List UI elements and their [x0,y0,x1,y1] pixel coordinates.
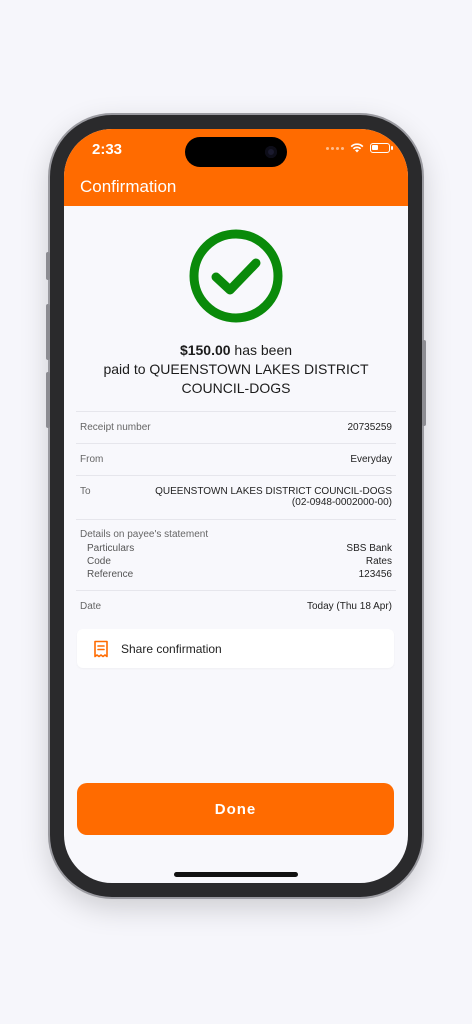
payee-statement-block: Details on payee's statement Particulars… [76,519,396,590]
side-button-volume-down [46,372,50,428]
to-payee: QUEENSTOWN LAKES DISTRICT COUNCIL-DOGS (… [155,486,392,508]
dynamic-island [185,137,287,167]
signal-icon [326,146,344,150]
payment-date: Today (Thu 18 Apr) [306,601,392,612]
from-row: From Everyday [76,443,396,475]
camera-icon [265,146,277,158]
amount: $150.00 [179,342,231,358]
receipt-row: Receipt number 20735259 [76,411,396,443]
battery-icon [370,143,393,153]
wifi-icon [350,143,364,153]
receipt-icon [94,640,108,657]
page-title: Confirmation [80,177,177,196]
success-check-icon [189,229,283,323]
date-row: Date Today (Thu 18 Apr) [76,590,396,622]
from-account: Everyday [350,454,392,465]
done-button[interactable]: Done [77,783,394,835]
screen: 2:33 Confirmation $150.00 has been paid … [64,129,408,883]
receipt-number: 20735259 [347,422,393,433]
side-button-volume-up [46,304,50,360]
side-button-power [422,340,426,426]
status-icons [326,143,393,153]
details-list: Receipt number 20735259 From Everyday To… [76,411,396,622]
top-bar: 2:33 Confirmation [64,129,408,206]
to-row: To QUEENSTOWN LAKES DISTRICT COUNCIL-DOG… [76,475,396,519]
payment-headline: $150.00 has been paid to QUEENSTOWN LAKE… [103,342,369,396]
particulars-line: Particulars SBS Bank [87,543,392,554]
home-indicator[interactable] [174,872,298,877]
side-button-mute [46,252,50,280]
code-line: Code Rates [87,556,392,567]
share-confirmation-label: Share confirmation [121,641,222,656]
share-confirmation-button[interactable]: Share confirmation [77,629,394,668]
reference-line: Reference 123456 [87,569,392,580]
status-time: 2:33 [92,141,123,158]
